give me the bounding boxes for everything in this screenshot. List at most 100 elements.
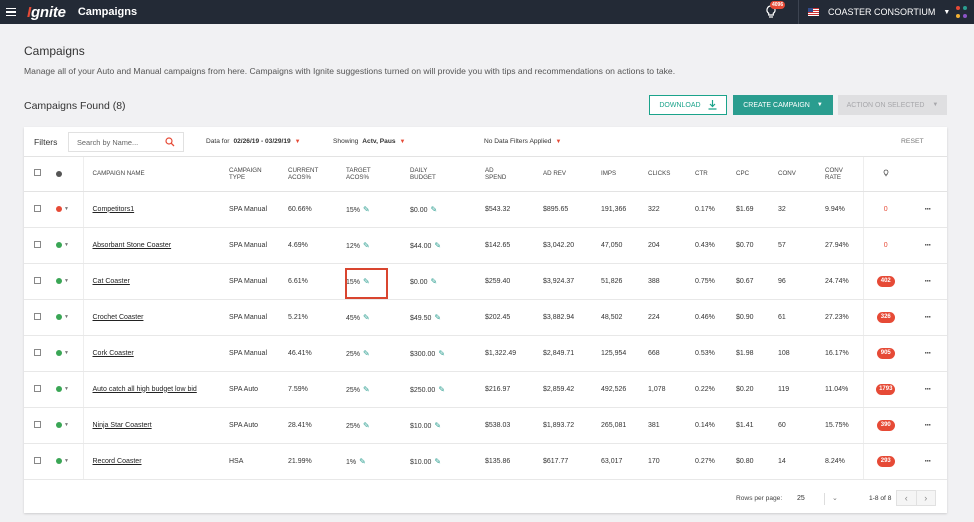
campaign-name-link[interactable]: Absorbant Stone Coaster xyxy=(93,242,172,249)
search-input[interactable] xyxy=(69,137,165,147)
ignite-logo[interactable]: Ignite xyxy=(27,4,66,21)
header-cpc[interactable]: CPC xyxy=(736,157,778,192)
pencil-icon[interactable]: ✎ xyxy=(434,241,441,250)
row-checkbox[interactable] xyxy=(34,312,41,320)
target-acos-cell[interactable]: 25% ✎ xyxy=(346,371,410,408)
data-filters-dropdown[interactable]: No Data Filters Applied ▼ xyxy=(484,138,561,145)
more-options-icon[interactable]: ··· xyxy=(925,348,932,358)
row-checkbox[interactable] xyxy=(34,204,41,212)
header-campaign-name[interactable]: CAMPAIGN NAME xyxy=(82,157,229,192)
daily-budget-cell[interactable]: $0.00 ✎ xyxy=(410,191,485,228)
pencil-icon[interactable]: ✎ xyxy=(363,313,370,322)
status-cell[interactable]: ▼ xyxy=(48,335,83,372)
more-options-icon[interactable]: ··· xyxy=(925,240,932,250)
campaign-name-link[interactable]: Cat Coaster xyxy=(93,278,130,285)
status-cell[interactable]: ▼ xyxy=(48,227,83,264)
campaign-name-link[interactable]: Crochet Coaster xyxy=(93,314,144,321)
table-row[interactable]: ▼ Cork Coaster SPA Manual 46.41% 25% ✎ $3… xyxy=(24,335,947,372)
pencil-icon[interactable]: ✎ xyxy=(431,277,438,286)
campaign-name-link[interactable]: Auto catch all high budget low bid xyxy=(93,386,197,393)
more-options-icon[interactable]: ··· xyxy=(925,312,932,322)
status-cell[interactable]: ▼ xyxy=(48,371,83,408)
target-acos-cell[interactable]: 12% ✎ xyxy=(346,227,410,264)
suggestions-count-badge[interactable]: 293 xyxy=(876,455,895,467)
daily-budget-cell[interactable]: $250.00 ✎ xyxy=(410,371,485,408)
action-on-selected-button[interactable]: ACTION ON SELECTED ▼ xyxy=(838,95,947,115)
table-row[interactable]: ▼ Absorbant Stone Coaster SPA Manual 4.6… xyxy=(24,227,947,264)
table-row[interactable]: ▼ Record Coaster HSA 21.99% 1% ✎ $10.00 ✎ … xyxy=(24,443,947,480)
table-row[interactable]: ▼ Ninja Star Coastert SPA Auto 28.41% 25… xyxy=(24,407,947,444)
pencil-icon[interactable]: ✎ xyxy=(434,421,441,430)
header-imps[interactable]: IMPS xyxy=(601,157,648,192)
chevron-down-icon[interactable]: ⌄ xyxy=(832,494,838,502)
suggestions-count-badge[interactable]: 905 xyxy=(876,347,895,359)
campaign-name-link[interactable]: Competitors1 xyxy=(93,206,135,213)
pencil-icon[interactable]: ✎ xyxy=(438,349,445,358)
campaign-name-link[interactable]: Cork Coaster xyxy=(93,350,134,357)
status-cell[interactable]: ▼ xyxy=(48,299,83,336)
target-acos-cell[interactable]: 25% ✎ xyxy=(346,335,410,372)
daily-budget-cell[interactable]: $44.00 ✎ xyxy=(410,227,485,264)
target-acos-cell[interactable]: 1% ✎ xyxy=(346,443,410,480)
next-page-icon[interactable]: › xyxy=(917,491,936,505)
select-all-checkbox[interactable] xyxy=(34,169,41,177)
daily-budget-cell[interactable]: $300.00 ✎ xyxy=(410,335,485,372)
menu-icon[interactable] xyxy=(6,7,16,17)
status-filter[interactable]: Showing Actv, Paus ▼ xyxy=(333,138,405,145)
pencil-icon[interactable]: ✎ xyxy=(434,457,441,466)
pencil-icon[interactable]: ✎ xyxy=(363,277,370,286)
header-target-acos[interactable]: TARGET ACOS% xyxy=(346,157,410,192)
download-button[interactable]: DOWNLOAD xyxy=(649,95,727,115)
suggestions-count-badge[interactable]: 1793 xyxy=(876,383,896,395)
table-row[interactable]: ▼ Cat Coaster SPA Manual 6.61% 15% ✎ $0.0… xyxy=(24,263,947,300)
date-range-filter[interactable]: Data for 02/26/19 - 03/29/19 ▼ xyxy=(206,138,301,145)
apps-grid-icon[interactable] xyxy=(956,6,968,18)
header-conv-rate[interactable]: CONV RATE xyxy=(825,157,863,192)
header-ctr[interactable]: CTR xyxy=(695,157,736,192)
target-acos-cell[interactable]: 25% ✎ xyxy=(346,407,410,444)
suggestions-count-badge[interactable]: 390 xyxy=(876,419,895,431)
pencil-icon[interactable]: ✎ xyxy=(363,421,370,430)
table-row[interactable]: ▼ Competitors1 SPA Manual 60.66% 15% ✎ $0… xyxy=(24,191,947,228)
header-daily-budget[interactable]: DAILY BUDGET xyxy=(410,157,485,192)
row-checkbox[interactable] xyxy=(34,240,41,248)
pencil-icon[interactable]: ✎ xyxy=(434,313,441,322)
status-cell[interactable]: ▼ xyxy=(48,407,83,444)
target-acos-cell[interactable]: 15% ✎ xyxy=(346,191,410,228)
daily-budget-cell[interactable]: $0.00 ✎ xyxy=(410,263,485,300)
pencil-icon[interactable]: ✎ xyxy=(431,205,438,214)
status-cell[interactable]: ▼ xyxy=(48,443,83,480)
row-checkbox[interactable] xyxy=(34,348,41,356)
row-checkbox[interactable] xyxy=(34,276,41,284)
target-acos-cell[interactable]: 15% ✎ xyxy=(346,263,410,300)
rows-per-page-select[interactable]: 25 xyxy=(797,495,805,502)
pencil-icon[interactable]: ✎ xyxy=(363,349,370,358)
pencil-icon[interactable]: ✎ xyxy=(363,241,370,250)
suggestions-count-badge[interactable]: 402 xyxy=(876,275,895,287)
account-selector[interactable]: COASTER CONSORTIUM ▼ xyxy=(808,0,950,24)
header-current-acos[interactable]: CURRENT ACOS% xyxy=(288,157,346,192)
pencil-icon[interactable]: ✎ xyxy=(359,457,366,466)
daily-budget-cell[interactable]: $10.00 ✎ xyxy=(410,443,485,480)
header-clicks[interactable]: CLICKS xyxy=(648,157,695,192)
row-checkbox[interactable] xyxy=(34,384,41,392)
pencil-icon[interactable]: ✎ xyxy=(363,205,370,214)
suggestions-count-badge[interactable]: 326 xyxy=(876,311,895,323)
more-options-icon[interactable]: ··· xyxy=(925,204,932,214)
row-checkbox[interactable] xyxy=(34,420,41,428)
more-options-icon[interactable]: ··· xyxy=(925,384,932,394)
search-icon[interactable] xyxy=(165,137,175,147)
campaign-name-link[interactable]: Record Coaster xyxy=(93,458,142,465)
header-suggestions[interactable] xyxy=(862,157,908,192)
pencil-icon[interactable]: ✎ xyxy=(438,385,445,394)
more-options-icon[interactable]: ··· xyxy=(925,276,932,286)
header-campaign-type[interactable]: CAMPAIGN TYPE xyxy=(229,157,288,192)
daily-budget-cell[interactable]: $10.00 ✎ xyxy=(410,407,485,444)
daily-budget-cell[interactable]: $49.50 ✎ xyxy=(410,299,485,336)
reset-button[interactable]: RESET xyxy=(901,138,924,145)
more-options-icon[interactable]: ··· xyxy=(925,456,932,466)
row-checkbox[interactable] xyxy=(34,456,41,464)
create-campaign-button[interactable]: CREATE CAMPAIGN ▼ xyxy=(733,95,833,115)
campaign-name-link[interactable]: Ninja Star Coastert xyxy=(93,422,152,429)
header-ad-spend[interactable]: AD SPEND xyxy=(485,157,543,192)
